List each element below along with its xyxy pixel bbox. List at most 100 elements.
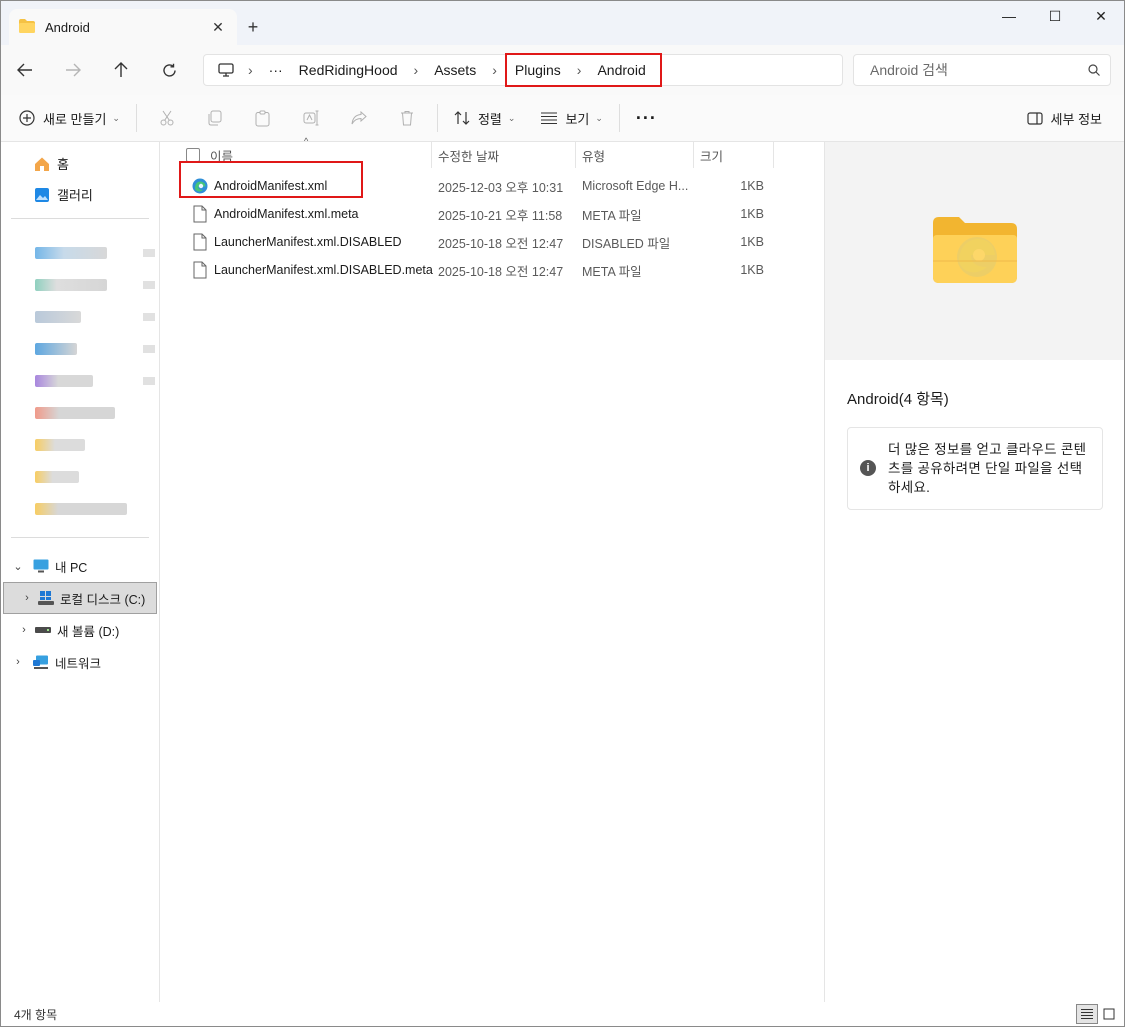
column-type-header[interactable]: 유형	[576, 142, 694, 168]
chevron-right-icon: ›	[248, 62, 253, 78]
file-size: 1KB	[740, 179, 764, 193]
forward-button[interactable]	[49, 50, 97, 90]
file-date: 2025-10-18 오전 12:47	[438, 264, 564, 279]
maximize-button[interactable]: ☐	[1032, 1, 1078, 31]
address-row: › ··· RedRidingHood › Assets › Plugins ›…	[1, 45, 1124, 95]
details-pane-button[interactable]: 세부 정보	[1017, 102, 1112, 134]
file-date: 2025-12-03 오후 10:31	[438, 180, 564, 195]
file-row[interactable]: LauncherManifest.xml.DISABLED 2025-10-18…	[160, 228, 824, 256]
details-info-text: 더 많은 정보를 얻고 클라우드 콘텐츠를 공유하려면 단일 파일을 선택하세요…	[888, 442, 1087, 495]
highlight-box	[179, 161, 363, 198]
chevron-right-icon: ›	[492, 62, 497, 78]
file-list-pane[interactable]: ^ 이름 수정한 날짜 유형 크기 AndroidManifest.xml 20…	[160, 136, 825, 1002]
back-button[interactable]	[1, 50, 49, 90]
quick-access-item[interactable]	[1, 397, 159, 429]
share-button[interactable]	[335, 102, 383, 134]
plus-circle-icon	[19, 110, 35, 126]
tab-close-button[interactable]: ✕	[209, 19, 227, 36]
nav-network[interactable]: › 네트워크	[1, 646, 159, 678]
view-button[interactable]: 보기 ⌄	[531, 102, 612, 134]
breadcrumb-android[interactable]: Android	[589, 62, 653, 78]
quick-access-item[interactable]	[1, 365, 159, 397]
sort-ascending-icon: ^	[304, 136, 309, 146]
quick-access-item[interactable]	[1, 333, 159, 365]
scissors-icon	[160, 110, 174, 126]
file-explorer-window: Android ✕ + — ☐ ✕ › ··· RedRidingHood › …	[0, 0, 1125, 1027]
file-icon	[193, 205, 207, 223]
divider	[11, 218, 149, 219]
chevron-right-icon[interactable]: ›	[7, 656, 29, 668]
file-size: 1KB	[740, 207, 764, 221]
computer-icon[interactable]	[212, 63, 240, 77]
close-window-button[interactable]: ✕	[1078, 1, 1124, 31]
delete-button[interactable]	[383, 102, 431, 134]
file-row[interactable]: AndroidManifest.xml.meta 2025-10-21 오후 1…	[160, 200, 824, 228]
breadcrumb[interactable]: › ··· RedRidingHood › Assets › Plugins ›…	[203, 53, 843, 87]
trash-icon	[400, 111, 413, 126]
search-box[interactable]	[853, 54, 1111, 86]
chevron-right-icon[interactable]: ›	[13, 624, 35, 636]
folder-icon	[19, 18, 35, 36]
breadcrumb-redridinghood[interactable]: RedRidingHood	[291, 62, 406, 78]
search-icon	[1088, 64, 1100, 76]
refresh-button[interactable]	[145, 50, 193, 90]
chevron-down-icon[interactable]: ⌄	[7, 560, 29, 573]
tiles-view-button[interactable]	[1098, 1004, 1120, 1024]
file-size: 1KB	[740, 263, 764, 277]
tab-android[interactable]: Android ✕	[9, 9, 237, 45]
quick-access-item[interactable]	[1, 461, 159, 493]
more-options-button[interactable]: ···	[626, 102, 667, 134]
paste-button[interactable]	[239, 102, 287, 134]
navigation-pane[interactable]: 홈 갤러리 ⌄ 내 PC › 로컬 디스크 (C:) › 새 볼륨 (D:) ›…	[1, 142, 160, 1002]
rename-button[interactable]	[287, 102, 335, 134]
chevron-down-icon: ⌄	[507, 112, 516, 123]
file-type: DISABLED 파일	[582, 236, 671, 251]
monitor-icon	[33, 559, 49, 573]
nav-gallery[interactable]: 갤러리	[1, 179, 159, 210]
home-icon	[35, 157, 49, 171]
file-type: META 파일	[582, 208, 642, 223]
nav-drive-c[interactable]: › 로컬 디스크 (C:)	[3, 582, 157, 614]
cut-button[interactable]	[143, 102, 191, 134]
column-date-header[interactable]: 수정한 날짜	[432, 142, 576, 168]
new-tab-button[interactable]: +	[237, 9, 269, 45]
copy-button[interactable]	[191, 102, 239, 134]
quick-access-item[interactable]	[1, 237, 159, 269]
details-view-button[interactable]	[1076, 1004, 1098, 1024]
divider	[135, 104, 137, 132]
sort-button-label: 정렬	[477, 111, 502, 127]
details-view-icon	[1081, 1009, 1093, 1019]
nav-home-label: 홈	[57, 157, 69, 172]
breadcrumb-more[interactable]: ···	[261, 62, 291, 78]
nav-this-pc[interactable]: ⌄ 내 PC	[1, 550, 159, 582]
select-all-checkbox[interactable]	[186, 148, 200, 162]
quick-access-item[interactable]	[1, 269, 159, 301]
tab-title: Android	[45, 19, 90, 35]
new-button[interactable]: 새로 만들기 ⌄	[9, 102, 130, 134]
file-name: AndroidManifest.xml.meta	[214, 207, 359, 221]
divider	[11, 537, 149, 538]
nav-drive-d[interactable]: › 새 볼륨 (D:)	[1, 614, 159, 646]
search-input[interactable]	[868, 61, 1088, 79]
nav-this-pc-label: 내 PC	[55, 560, 88, 575]
view-toggle	[1076, 1004, 1120, 1024]
column-size-header[interactable]: 크기	[694, 142, 774, 168]
copy-icon	[208, 110, 222, 126]
folder-preview-icon	[932, 217, 1017, 283]
file-row[interactable]: LauncherManifest.xml.DISABLED.meta 2025-…	[160, 256, 824, 284]
breadcrumb-assets[interactable]: Assets	[426, 62, 484, 78]
chevron-right-icon[interactable]: ›	[16, 592, 38, 604]
item-count: 4개 항목	[14, 1007, 58, 1022]
up-arrow-icon	[114, 62, 128, 77]
nav-home[interactable]: 홈	[1, 148, 159, 179]
sort-button[interactable]: 정렬 ⌄	[444, 102, 525, 134]
preview-area	[825, 142, 1124, 360]
up-button[interactable]	[97, 50, 145, 90]
quick-access-item[interactable]	[1, 429, 159, 461]
minimize-button[interactable]: —	[986, 1, 1032, 31]
file-icon	[193, 261, 207, 279]
quick-access-item[interactable]	[1, 301, 159, 333]
breadcrumb-plugins[interactable]: Plugins	[507, 62, 569, 78]
quick-access-item[interactable]	[1, 493, 159, 525]
details-pane-icon	[1026, 111, 1043, 125]
